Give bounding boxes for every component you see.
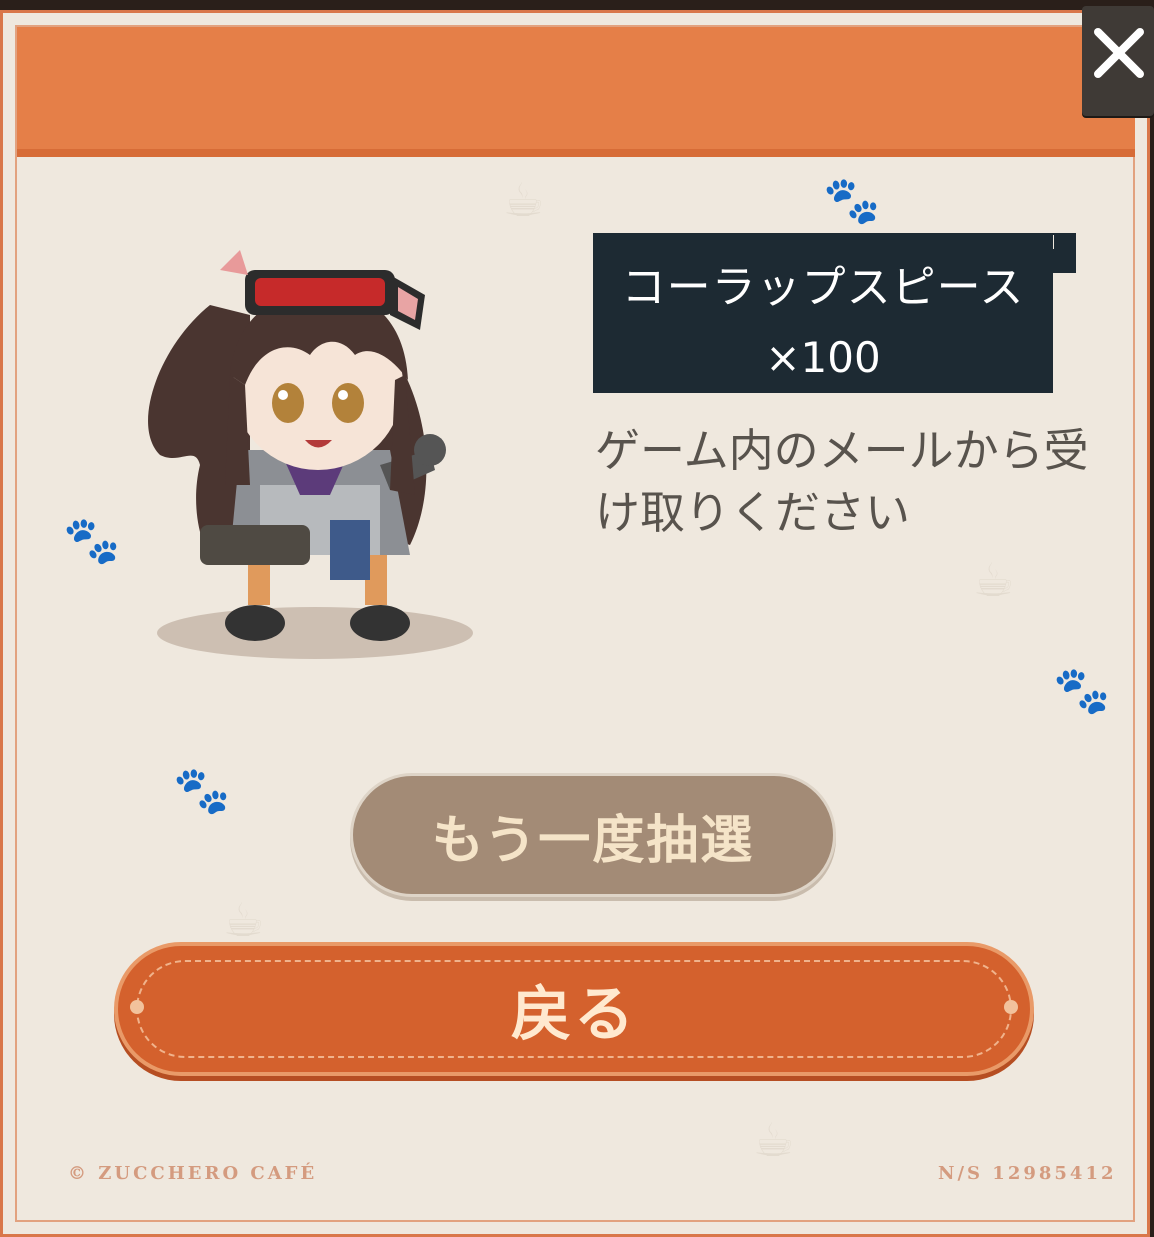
draw-again-button[interactable]: もう一度抽選: [350, 773, 836, 897]
paw-pattern-icon: 🐾: [823, 173, 881, 227]
reward-item-box: コーラップスピース ×100: [593, 233, 1053, 393]
back-button-rivet-left: [130, 1000, 144, 1014]
paw-pattern-icon: 🐾: [63, 513, 121, 567]
cup-pattern-icon: ☕: [753, 1113, 795, 1167]
copyright-text: © ZUCCHERO CAFÉ: [68, 1163, 318, 1184]
character-illustration: [140, 235, 490, 675]
close-button[interactable]: [1082, 6, 1154, 116]
close-icon: [1094, 28, 1144, 78]
draw-again-label: もう一度抽選: [431, 810, 755, 871]
paw-pattern-icon: 🐾: [173, 763, 231, 817]
cup-pattern-icon: ☕: [503, 173, 545, 227]
mail-instruction-text: ゲーム内のメールから受け取りください: [595, 424, 1089, 539]
item-box-corner: [1052, 233, 1076, 273]
back-button-rivet-right: [1004, 1000, 1018, 1014]
back-label: 戻る: [511, 979, 637, 1050]
paw-pattern-icon: 🐾: [1053, 663, 1111, 717]
cup-pattern-icon: ☕: [223, 893, 265, 947]
cup-pattern-icon: ☕: [973, 553, 1015, 607]
reward-item-quantity: ×100: [765, 333, 881, 382]
dialog-header-bar: [17, 27, 1135, 157]
reward-item-name: コーラップスピース: [621, 262, 1025, 313]
back-button[interactable]: 戻る: [114, 942, 1034, 1076]
serial-number-text: N/S 12985412: [938, 1163, 1117, 1184]
